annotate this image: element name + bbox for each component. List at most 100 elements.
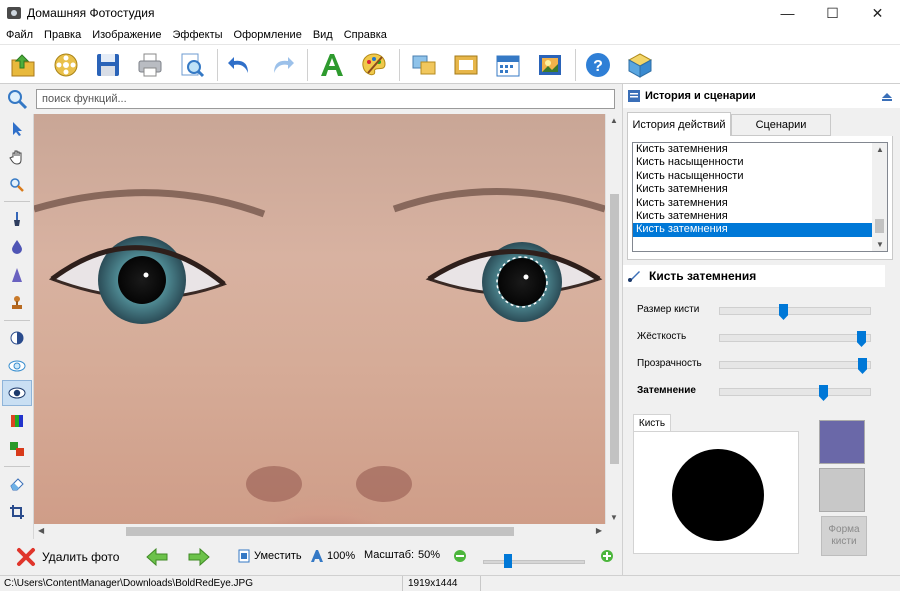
secondary-color-swatch[interactable]	[819, 468, 865, 512]
darken-eye-icon[interactable]	[2, 380, 32, 406]
eraser-icon[interactable]	[2, 471, 32, 497]
status-separator	[402, 576, 403, 591]
preview-magnifier-icon[interactable]	[176, 49, 208, 81]
brush-color-swatch[interactable]	[819, 420, 865, 464]
brush-size-slider[interactable]	[719, 304, 871, 320]
arrow-left-icon	[146, 547, 168, 567]
brush-tab[interactable]: Кисть	[633, 414, 671, 432]
collapse-panel-icon[interactable]	[881, 90, 893, 102]
toolbar-separator	[307, 49, 308, 81]
scroll-left-icon[interactable]: ◀	[38, 526, 44, 535]
lighten-eye-icon[interactable]	[2, 353, 32, 379]
stamp-tool-icon[interactable]	[2, 290, 32, 316]
delete-photo-button[interactable]: Удалить фото	[16, 547, 119, 567]
darkening-slider[interactable]	[719, 385, 871, 401]
menu-file[interactable]: Файл	[6, 29, 33, 41]
canvas-vertical-scrollbar[interactable]: ▲ ▼	[605, 114, 622, 524]
hardness-knob[interactable]	[857, 331, 866, 347]
hardness-slider[interactable]	[719, 331, 871, 347]
history-item[interactable]: Кисть затемнения	[633, 197, 887, 210]
arrow-pointer-icon[interactable]	[2, 116, 32, 142]
zoom-slider[interactable]	[483, 554, 585, 568]
zoom-slider-knob[interactable]	[504, 554, 512, 568]
history-scrollbar[interactable]: ▲ ▼	[872, 143, 887, 251]
save-disk-icon[interactable]	[92, 49, 124, 81]
photo-canvas[interactable]	[34, 114, 605, 524]
cube-home-icon[interactable]	[624, 49, 656, 81]
collage-icon[interactable]	[408, 49, 440, 81]
brush-shape-button[interactable]: Форма кисти	[821, 516, 867, 556]
zoom-out-button[interactable]	[453, 549, 467, 563]
open-folder-icon[interactable]	[8, 49, 40, 81]
history-scroll-up-icon[interactable]: ▲	[876, 145, 884, 154]
zoom-tool-icon[interactable]	[2, 172, 32, 198]
horizontal-scroll-thumb[interactable]	[126, 527, 514, 536]
menu-edit[interactable]: Правка	[44, 29, 81, 41]
panel-title: История и сценарии	[645, 90, 756, 102]
menu-effects[interactable]: Эффекты	[173, 29, 223, 41]
fit-button[interactable]: Уместить	[238, 549, 302, 563]
help-icon[interactable]: ?	[582, 49, 614, 81]
delete-photo-label: Удалить фото	[42, 550, 120, 564]
history-item[interactable]: Кисть насыщенности	[633, 156, 887, 169]
previous-photo-button[interactable]	[146, 547, 168, 567]
canvas-horizontal-scrollbar[interactable]: ◀ ▶	[34, 524, 622, 539]
color-levels-icon[interactable]	[2, 408, 32, 434]
search-icon[interactable]	[6, 88, 28, 110]
actual-size-button[interactable]: 100%	[310, 549, 355, 563]
scroll-down-icon[interactable]: ▼	[610, 513, 618, 522]
delete-x-icon	[17, 548, 35, 566]
history-list[interactable]: Кисть затемнения Кисть насыщенности Кист…	[632, 142, 888, 252]
bottom-bar: Удалить фото Уместить 100% Масштаб: 50%	[0, 539, 622, 575]
vertical-scroll-thumb[interactable]	[610, 194, 619, 464]
close-button[interactable]: ✕	[855, 0, 900, 26]
toolbar-separator	[399, 49, 400, 81]
tab-scenarios[interactable]: Сценарии	[731, 114, 831, 136]
film-reel-icon[interactable]	[50, 49, 82, 81]
function-search-input[interactable]	[36, 89, 615, 109]
app-camera-icon	[7, 7, 21, 19]
printer-icon[interactable]	[134, 49, 166, 81]
history-item-selected[interactable]: Кисть затемнения	[633, 223, 887, 237]
palette-icon[interactable]	[358, 49, 390, 81]
history-scroll-down-icon[interactable]: ▼	[876, 240, 884, 249]
menu-design[interactable]: Оформление	[234, 29, 302, 41]
next-photo-button[interactable]	[188, 547, 210, 567]
status-separator	[480, 576, 481, 591]
darkening-knob[interactable]	[819, 385, 828, 401]
history-item[interactable]: Кисть насыщенности	[633, 170, 887, 183]
history-scroll-thumb[interactable]	[875, 219, 884, 233]
cone-tool-icon[interactable]	[2, 262, 32, 288]
minimize-button[interactable]: —	[765, 0, 810, 26]
history-item[interactable]: Кисть затемнения	[633, 143, 887, 156]
menu-image[interactable]: Изображение	[92, 29, 161, 41]
menu-help[interactable]: Справка	[344, 29, 387, 41]
transparency-knob[interactable]	[858, 358, 867, 374]
transparency-slider[interactable]	[719, 358, 871, 374]
text-a-icon[interactable]	[316, 49, 348, 81]
postcard-icon[interactable]	[534, 49, 566, 81]
calendar-icon[interactable]	[492, 49, 524, 81]
hand-pan-icon[interactable]	[2, 144, 32, 170]
replace-color-icon[interactable]	[2, 436, 32, 462]
contrast-tool-icon[interactable]	[2, 325, 32, 351]
zoom-in-button[interactable]	[600, 549, 614, 563]
scroll-up-icon[interactable]: ▲	[610, 116, 618, 125]
tool-title: Кисть затемнения	[649, 269, 757, 283]
history-item[interactable]: Кисть затемнения	[633, 210, 887, 223]
plus-circle-icon	[601, 550, 613, 562]
darkening-slider-row: Затемнение	[637, 383, 887, 401]
brush-tool-icon[interactable]	[2, 206, 32, 232]
tab-history[interactable]: История действий	[627, 112, 731, 137]
frame-icon[interactable]	[450, 49, 482, 81]
redo-arrow-icon[interactable]	[266, 49, 298, 81]
maximize-button[interactable]: ☐	[810, 0, 855, 26]
history-item[interactable]: Кисть затемнения	[633, 183, 887, 196]
menu-view[interactable]: Вид	[313, 29, 333, 41]
undo-arrow-icon[interactable]	[224, 49, 256, 81]
scroll-right-icon[interactable]: ▶	[596, 526, 602, 535]
brush-size-knob[interactable]	[779, 304, 788, 320]
drop-tool-icon[interactable]	[2, 234, 32, 260]
crop-icon[interactable]	[2, 499, 32, 525]
left-tool-palette	[0, 114, 34, 539]
